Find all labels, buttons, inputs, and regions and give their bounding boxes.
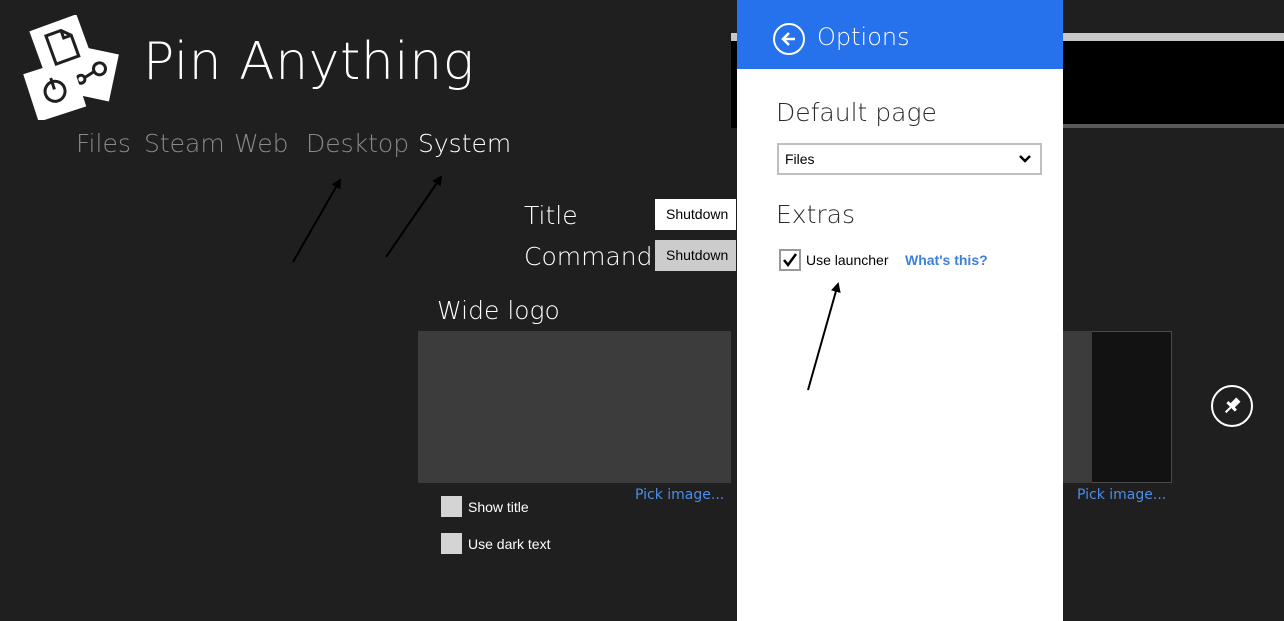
options-title: Options	[817, 23, 910, 51]
show-title-checkbox[interactable]: Show title	[441, 496, 529, 517]
app-logo-icon	[22, 14, 122, 122]
back-button[interactable]	[773, 23, 805, 55]
title-label: Title	[524, 201, 578, 230]
background-bar	[1063, 33, 1284, 41]
chevron-down-icon	[1019, 155, 1031, 163]
command-input[interactable]: Shutdown	[655, 240, 736, 271]
back-arrow-icon	[781, 32, 795, 46]
default-page-label: Default page	[776, 98, 937, 127]
command-label: Command	[524, 242, 653, 271]
options-panel: Options Default page Files Extras Use la…	[737, 0, 1063, 621]
show-title-label: Show title	[468, 498, 529, 515]
use-dark-text-label: Use dark text	[468, 535, 551, 552]
background-bar	[1063, 124, 1284, 128]
wide-logo-preview	[418, 331, 731, 483]
use-launcher-box[interactable]	[779, 249, 801, 271]
use-dark-text-checkbox[interactable]: Use dark text	[441, 533, 550, 554]
tab-web[interactable]: Web	[234, 128, 289, 161]
background-panel	[1063, 41, 1284, 124]
tab-files[interactable]: Files	[76, 128, 131, 161]
annotation-arrow	[292, 178, 341, 263]
default-page-select[interactable]: Files	[777, 143, 1042, 175]
pick-image-link[interactable]: Pick image...	[635, 487, 724, 503]
use-dark-text-box[interactable]	[441, 533, 462, 554]
tab-system[interactable]: System	[418, 128, 511, 161]
whats-this-link[interactable]: What's this?	[905, 252, 988, 268]
wide-logo-label: Wide logo	[437, 296, 560, 325]
extras-label: Extras	[776, 200, 856, 229]
annotation-arrow	[385, 175, 443, 258]
use-launcher-label: Use launcher	[806, 252, 889, 268]
pin-button[interactable]	[1211, 385, 1253, 427]
pin-icon	[1224, 397, 1241, 414]
tile-preview-edge	[1063, 331, 1092, 483]
default-page-value: Files	[785, 151, 815, 167]
checkmark-icon	[783, 253, 798, 268]
title-input[interactable]: Shutdown	[655, 199, 736, 230]
app-title: Pin Anything	[143, 32, 475, 92]
use-launcher-checkbox[interactable]: Use launcher	[779, 249, 889, 271]
tab-steam[interactable]: Steam	[144, 128, 225, 161]
options-header: Options	[737, 0, 1063, 69]
tab-desktop[interactable]: Desktop	[306, 128, 409, 161]
pick-image-link-secondary[interactable]: Pick image...	[1077, 487, 1166, 503]
show-title-box[interactable]	[441, 496, 462, 517]
